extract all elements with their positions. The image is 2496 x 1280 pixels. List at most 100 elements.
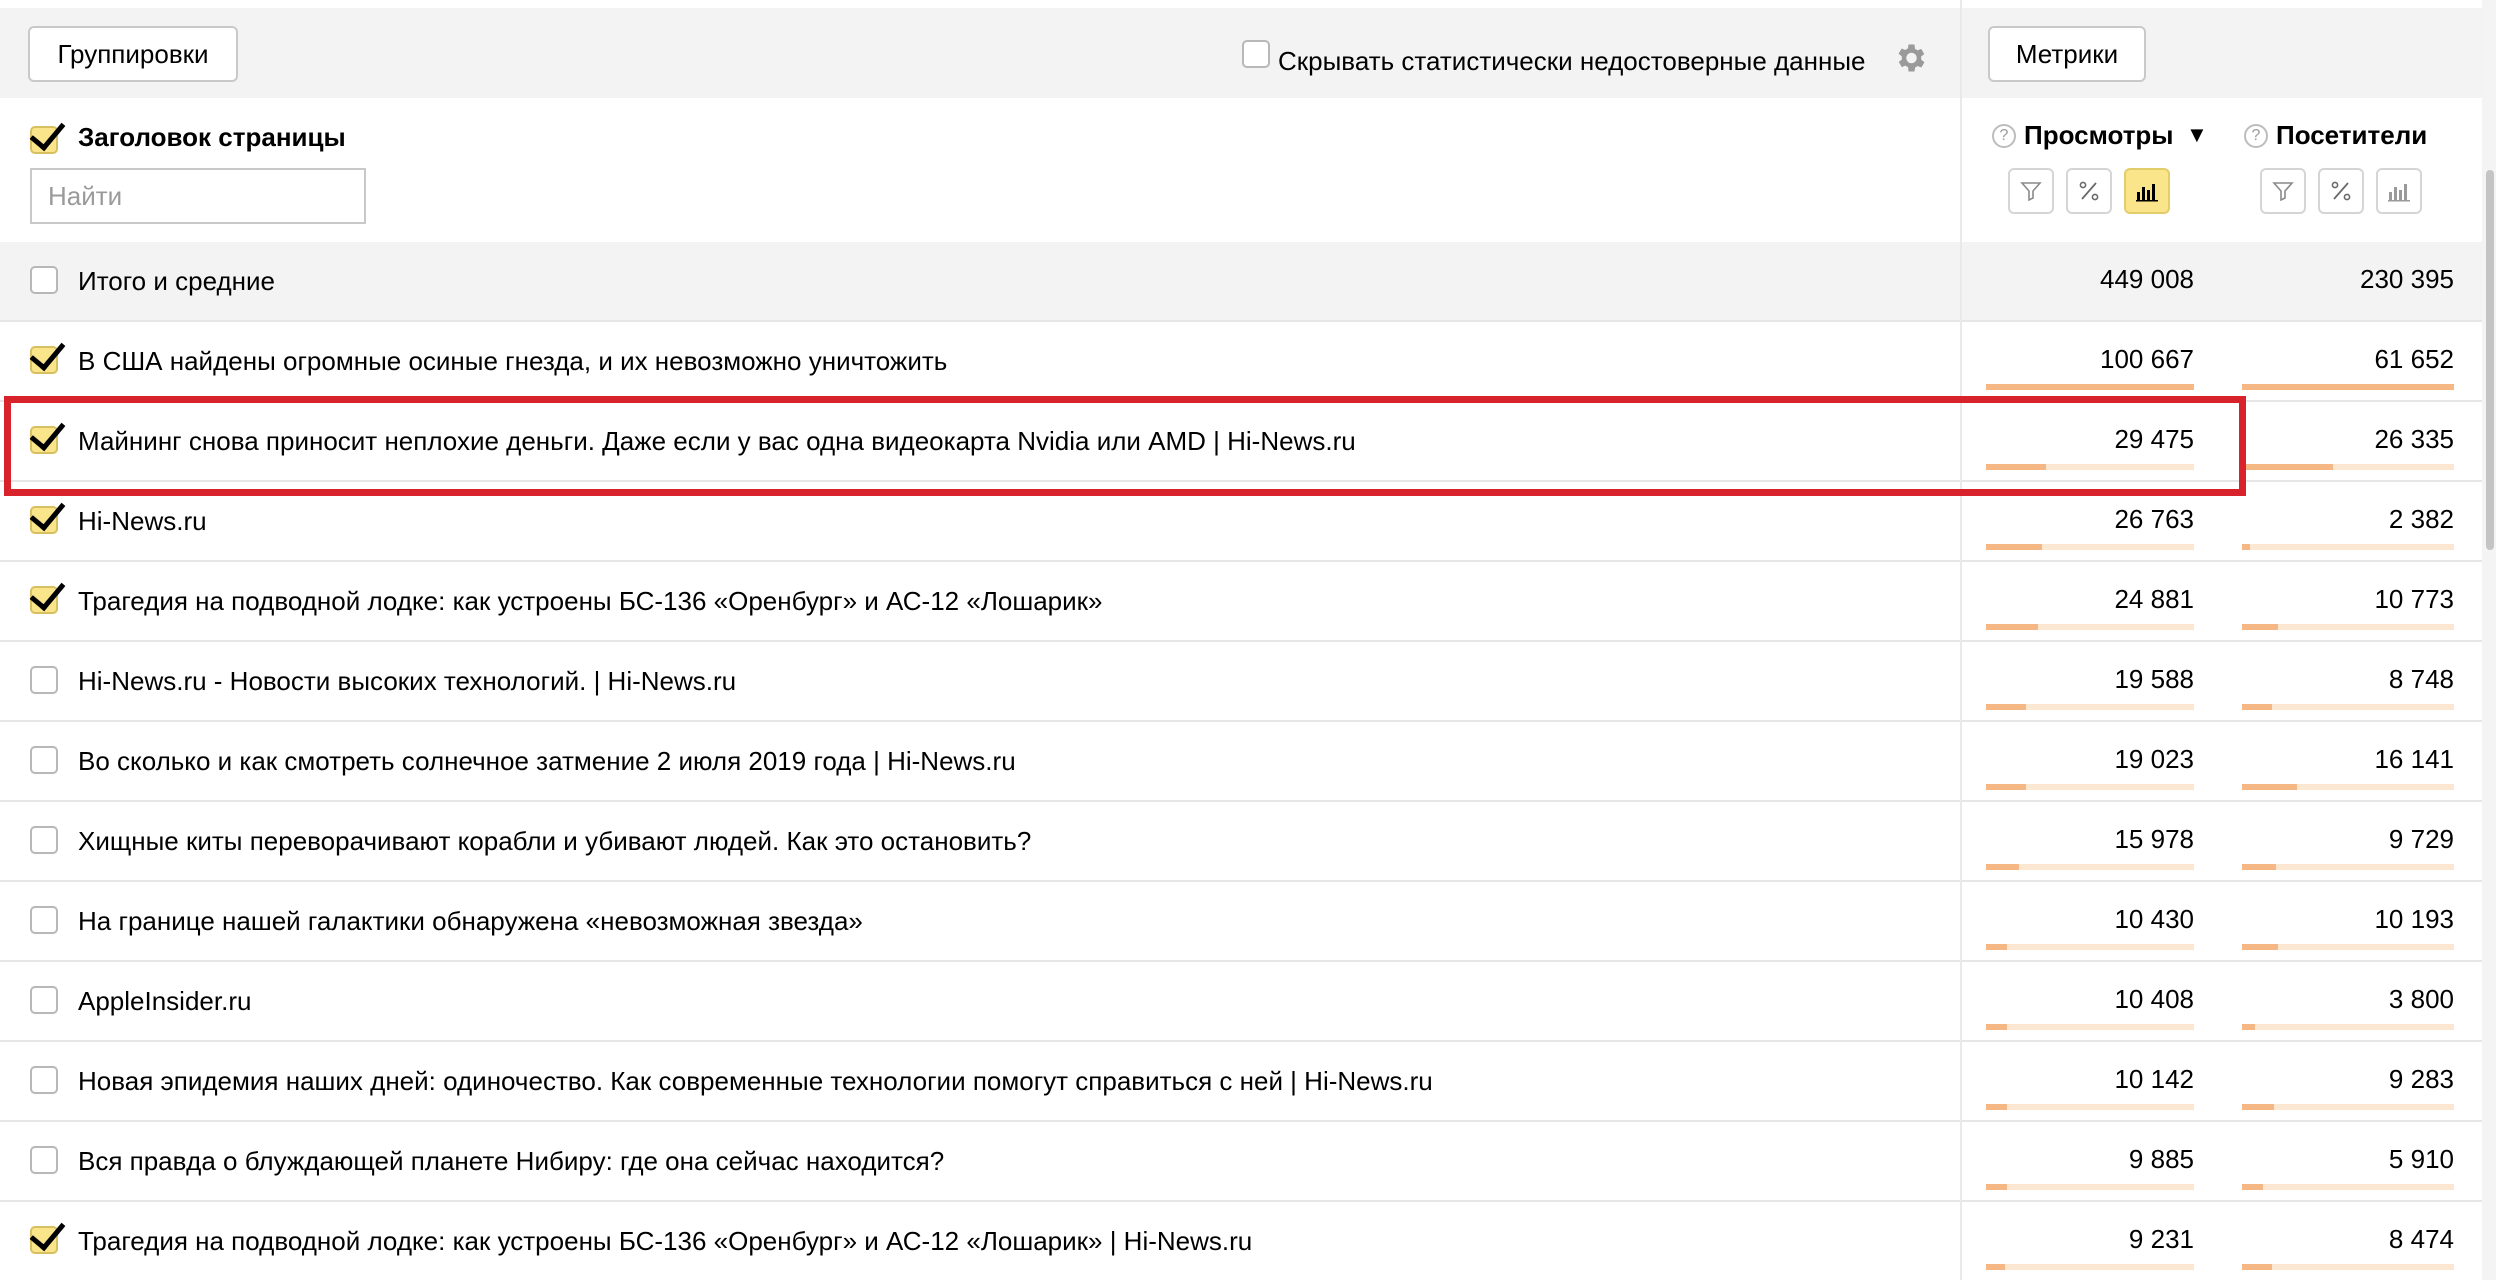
table-row[interactable]: Во сколько и как смотреть солнечное затм… (0, 722, 2496, 802)
column-divider (1960, 562, 1962, 642)
views-share-bar (1986, 1104, 2194, 1110)
visitors-share-bar-fill (2242, 1024, 2255, 1030)
visitors-share-bar (2242, 464, 2454, 470)
column-divider (1960, 1122, 1962, 1202)
visitors-value: 9 729 (2388, 824, 2454, 854)
row-title[interactable]: Вся правда о блуждающей планете Нибиру: … (78, 1146, 944, 1177)
scrollbar-thumb[interactable] (2486, 170, 2494, 550)
row-title[interactable]: Во сколько и как смотреть солнечное затм… (78, 746, 1016, 777)
visitors-value: 10 193 (2374, 904, 2454, 934)
table-row[interactable]: Майнинг снова приносит неплохие деньги. … (0, 402, 2496, 482)
views-value: 9 231 (2128, 1224, 2194, 1254)
visitors-value: 9 283 (2388, 1064, 2454, 1094)
metrics-button[interactable]: Метрики (1988, 26, 2146, 82)
visitors-value: 230 395 (2360, 264, 2454, 294)
table-row[interactable]: Вся правда о блуждающей планете Нибиру: … (0, 1122, 2496, 1202)
row-title[interactable]: Трагедия на подводной лодке: как устроен… (78, 586, 1102, 617)
gear-icon[interactable] (1892, 40, 1928, 76)
row-title[interactable]: Итого и средние (78, 266, 275, 297)
table-row[interactable]: На границе нашей галактики обнаружена «н… (0, 882, 2496, 962)
column-divider (1960, 482, 1962, 562)
views-share-bar (1986, 464, 2194, 470)
visitors-share-bar (2242, 1264, 2454, 1270)
search-input[interactable] (30, 168, 366, 224)
percent-icon[interactable] (2318, 168, 2364, 214)
views-share-bar (1986, 1264, 2194, 1270)
visitors-share-bar (2242, 1024, 2454, 1030)
row-checkbox[interactable] (30, 346, 58, 374)
views-share-bar-fill (1986, 1184, 2007, 1190)
row-checkbox[interactable] (30, 1066, 58, 1094)
help-icon[interactable]: ? (2244, 124, 2268, 148)
row-title[interactable]: Новая эпидемия наших дней: одиночество. … (78, 1066, 1433, 1097)
row-title[interactable]: AppleInsider.ru (78, 986, 251, 1017)
row-title[interactable]: Hi-News.ru - Новости высоких технологий.… (78, 666, 736, 697)
visitors-share-bar (2242, 1184, 2454, 1190)
views-share-bar-fill (1986, 784, 2026, 790)
views-share-bar (1986, 624, 2194, 630)
row-checkbox[interactable] (30, 586, 58, 614)
views-share-bar-fill (1986, 1104, 2007, 1110)
percent-icon[interactable] (2066, 168, 2112, 214)
views-value: 9 885 (2128, 1144, 2194, 1174)
total-row[interactable]: Итого и средние 449 008 230 395 (0, 242, 2496, 322)
table-row[interactable]: Hi-News.ru 26 763 2 382 (0, 482, 2496, 562)
column-divider (1960, 402, 1962, 482)
table-row[interactable]: Трагедия на подводной лодке: как устроен… (0, 1202, 2496, 1280)
views-share-bar-fill (1986, 624, 2038, 630)
column-divider (1960, 242, 1962, 322)
row-title[interactable]: Hi-News.ru (78, 506, 207, 537)
row-checkbox[interactable] (30, 506, 58, 534)
hide-unreliable-label[interactable]: Скрывать статистически недостоверные дан… (1278, 46, 1866, 77)
visitors-share-bar-fill (2242, 1184, 2264, 1190)
row-checkbox[interactable] (30, 1226, 58, 1254)
visitors-share-bar (2242, 784, 2454, 790)
column-divider (1960, 882, 1962, 962)
filter-icon[interactable] (2260, 168, 2306, 214)
table-row[interactable]: Новая эпидемия наших дней: одиночество. … (0, 1042, 2496, 1122)
sort-desc-icon[interactable]: ▼ (2186, 122, 2208, 148)
views-share-bar-fill (1986, 864, 2020, 870)
row-title[interactable]: На границе нашей галактики обнаружена «н… (78, 906, 863, 937)
views-share-bar-fill (1986, 544, 2043, 550)
row-checkbox[interactable] (30, 666, 58, 694)
table-row[interactable]: AppleInsider.ru 10 408 3 800 (0, 962, 2496, 1042)
visitors-value: 10 773 (2374, 584, 2454, 614)
row-checkbox[interactable] (30, 906, 58, 934)
visitors-share-bar (2242, 624, 2454, 630)
row-title[interactable]: Хищные киты переворачивают корабли и уби… (78, 826, 1031, 857)
hide-unreliable-checkbox[interactable] (1242, 40, 1270, 68)
views-value: 15 978 (2114, 824, 2194, 854)
toolbar: Группировки Скрывать статистически недос… (0, 8, 1960, 98)
metric-visitors-label[interactable]: Посетители (2276, 120, 2427, 151)
groupings-button[interactable]: Группировки (28, 26, 238, 82)
row-title[interactable]: Майнинг снова приносит неплохие деньги. … (78, 426, 1356, 457)
bars-icon[interactable] (2124, 168, 2170, 214)
row-title[interactable]: В США найдены огромные осиные гнезда, и … (78, 346, 947, 377)
row-checkbox[interactable] (30, 266, 58, 294)
table-row[interactable]: В США найдены огромные осиные гнезда, и … (0, 322, 2496, 402)
visitors-share-bar-fill (2242, 464, 2334, 470)
views-share-bar-fill (1986, 1024, 2007, 1030)
row-checkbox[interactable] (30, 426, 58, 454)
row-checkbox[interactable] (30, 986, 58, 1014)
visitors-share-bar-fill (2242, 944, 2279, 950)
visitors-share-bar-fill (2242, 784, 2298, 790)
row-checkbox[interactable] (30, 826, 58, 854)
visitors-value: 61 652 (2374, 344, 2454, 374)
help-icon[interactable]: ? (1992, 124, 2016, 148)
filter-icon[interactable] (2008, 168, 2054, 214)
table-row[interactable]: Hi-News.ru - Новости высоких технологий.… (0, 642, 2496, 722)
row-checkbox[interactable] (30, 1146, 58, 1174)
metric-views-label[interactable]: Просмотры (2024, 120, 2174, 151)
table-row[interactable]: Трагедия на подводной лодке: как устроен… (0, 562, 2496, 642)
bars-icon[interactable] (2376, 168, 2422, 214)
dimension-checkbox[interactable] (30, 126, 58, 154)
views-share-bar (1986, 704, 2194, 710)
table-row[interactable]: Хищные киты переворачивают корабли и уби… (0, 802, 2496, 882)
row-checkbox[interactable] (30, 746, 58, 774)
row-title[interactable]: Трагедия на подводной лодке: как устроен… (78, 1226, 1252, 1257)
visitors-share-bar-fill (2242, 864, 2276, 870)
visitors-value: 5 910 (2388, 1144, 2454, 1174)
views-value: 10 408 (2114, 984, 2194, 1014)
